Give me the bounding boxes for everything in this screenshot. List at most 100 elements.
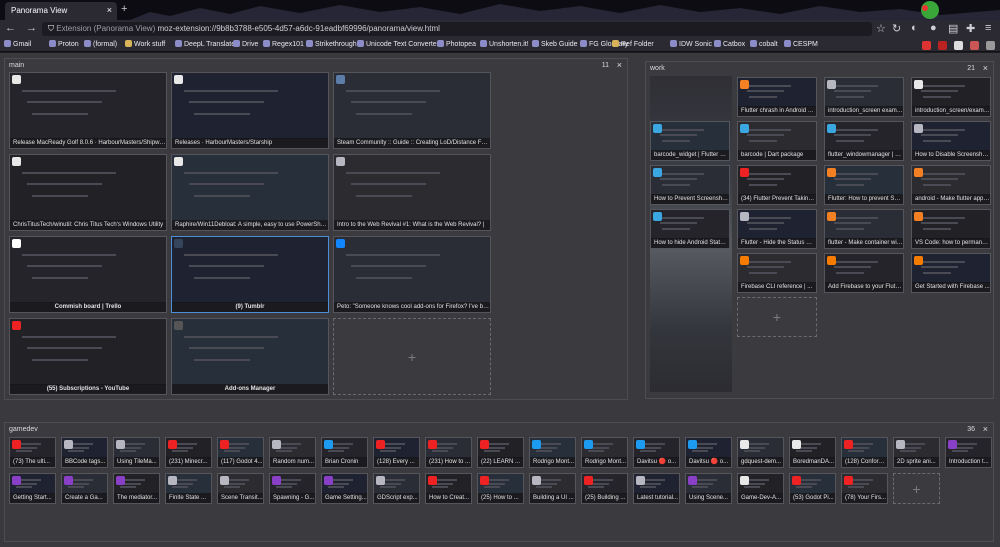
tab-card[interactable]: Peto: "Someone knows cool add-ons for Fi… bbox=[333, 236, 491, 313]
tab-card[interactable]: Using Scene... bbox=[685, 473, 732, 504]
tab-card[interactable]: 2D sprite ani... bbox=[893, 437, 940, 468]
menu-icon[interactable]: ≡ bbox=[985, 22, 991, 34]
tab-card[interactable]: Game Setting... bbox=[321, 473, 368, 504]
tab-card[interactable]: Flutter - Hide the Status Ba... bbox=[737, 209, 817, 249]
tab-card[interactable]: BBCode tags... bbox=[61, 437, 108, 468]
bookmark-strikethrough[interactable]: Strikethrough bbox=[306, 40, 357, 48]
new-tab-in-group-button[interactable]: + bbox=[893, 473, 940, 504]
star-icon[interactable]: ☆ bbox=[876, 22, 886, 35]
group-name[interactable]: work bbox=[650, 65, 665, 72]
tab-card[interactable]: Finite State ... bbox=[165, 473, 212, 504]
bookmark-photopea[interactable]: Photopea bbox=[437, 40, 476, 48]
bookmark-cespm[interactable]: CESPM bbox=[784, 40, 818, 48]
tab-card[interactable]: android - Make flutter appli... bbox=[911, 165, 991, 205]
forward-icon[interactable]: → bbox=[26, 22, 37, 34]
tab-card[interactable]: The mediator... bbox=[113, 473, 160, 504]
tab-card[interactable]: How to Disable Screenshot... bbox=[911, 121, 991, 161]
tab-card[interactable]: Brian Cronin bbox=[321, 437, 368, 468]
tab-card[interactable]: gdquest-dem... bbox=[737, 437, 784, 468]
bookmark-deepl[interactable]: DeepL Translate bbox=[175, 40, 235, 48]
shield-extension-icon[interactable]: ◐ bbox=[911, 22, 918, 34]
tab-card[interactable]: Scene Transit... bbox=[217, 473, 264, 504]
close-tab-icon[interactable]: × bbox=[107, 5, 112, 15]
tab-card[interactable]: Building a UI ... bbox=[529, 473, 576, 504]
tab-card[interactable]: Add-ons Manager bbox=[171, 318, 329, 395]
group-name[interactable]: gamedev bbox=[9, 426, 38, 433]
tab-card[interactable]: Flutter: How to prevent Scr... bbox=[824, 165, 904, 205]
tab-card[interactable]: BoredmanDA... bbox=[789, 437, 836, 468]
tab-card[interactable]: (9) Tumblr bbox=[171, 236, 329, 313]
tab-card[interactable]: ChrisTitusTech/winutil: Chris Titus Tech… bbox=[9, 154, 167, 231]
tab-card[interactable]: barcode_widget | Flutter pa... bbox=[650, 121, 730, 161]
url-bar[interactable]: ⛉ Extension (Panorama View) moz-extensio… bbox=[42, 22, 872, 36]
bookmark-skeb-guide[interactable]: Skeb Guide bbox=[532, 40, 578, 48]
toolbar-overflow-icon[interactable] bbox=[986, 41, 995, 50]
tab-card[interactable]: barcode | Dart package bbox=[737, 121, 817, 161]
tab-card[interactable]: (73) The ulti... bbox=[9, 437, 56, 468]
github-extension-icon[interactable]: ● bbox=[930, 22, 937, 34]
sidebar-icon[interactable]: ▤ bbox=[948, 22, 958, 35]
tab-card[interactable]: VS Code: how to permane... bbox=[911, 209, 991, 249]
bookmark-unicode-text-converter[interactable]: Unicode Text Converter bbox=[357, 40, 439, 48]
bookmark-unshorten[interactable]: Unshorten.it! bbox=[480, 40, 529, 48]
tab-card[interactable]: introduction_screen/examp... bbox=[911, 77, 991, 117]
tab-card[interactable]: flutter - Make container wid... bbox=[824, 209, 904, 249]
tab-card[interactable]: Latest tutorial... bbox=[633, 473, 680, 504]
tab-card[interactable]: GDScript exp... bbox=[373, 473, 420, 504]
tab-card[interactable]: Commish board | Trello bbox=[9, 236, 167, 313]
new-tab-in-group-button[interactable]: + bbox=[333, 318, 491, 395]
tab-card[interactable]: How to hide Android Status ... bbox=[650, 209, 730, 249]
tab-card[interactable]: How to Creat... bbox=[425, 473, 472, 504]
tab-card[interactable]: (78) Your Firs... bbox=[841, 473, 888, 504]
tab-card[interactable]: Getting Start... bbox=[9, 473, 56, 504]
tab-card[interactable]: (231) Minecr... bbox=[165, 437, 212, 468]
tab-card[interactable]: Random num... bbox=[269, 437, 316, 468]
bookmark-formal[interactable]: (formal) bbox=[84, 40, 117, 48]
tab-card[interactable]: How to Prevent Screenshot... bbox=[650, 165, 730, 205]
toolbar-youtube-icon[interactable] bbox=[938, 41, 947, 50]
tab-card[interactable]: (117) Godot 4... bbox=[217, 437, 264, 468]
bookmark-catbox[interactable]: Catbox bbox=[714, 40, 745, 48]
tab-card[interactable]: Releases · HarbourMasters/Starship bbox=[171, 72, 329, 149]
group-close-icon[interactable]: × bbox=[617, 60, 622, 70]
tab-card[interactable]: Rodrigo Mont... bbox=[581, 437, 628, 468]
tab-card[interactable]: introduction_screen examp... bbox=[824, 77, 904, 117]
tab-card[interactable]: Davitsu 🔴 o... bbox=[685, 437, 732, 468]
tab-card[interactable]: Rodrigo Mont... bbox=[529, 437, 576, 468]
tab-card[interactable]: (53) Godot Pi... bbox=[789, 473, 836, 504]
tab-card[interactable]: Get Started with Firebase ... bbox=[911, 253, 991, 293]
tab-card[interactable]: (231) How to ... bbox=[425, 437, 472, 468]
tab-card[interactable]: (25) How to ... bbox=[477, 473, 524, 504]
toolbar-x-icon[interactable] bbox=[922, 41, 931, 50]
tab-card[interactable]: Raphire/Win11Debloat: A simple, easy to … bbox=[171, 154, 329, 231]
group-name[interactable]: main bbox=[9, 62, 24, 69]
bookmark-folder-ref[interactable]: Ref Folder bbox=[612, 40, 654, 48]
toolbar-github-icon[interactable] bbox=[954, 41, 963, 50]
tab-card[interactable]: Firebase CLI reference | ... bbox=[737, 253, 817, 293]
active-browser-tab[interactable]: Panorama View × bbox=[5, 2, 117, 20]
tab-card[interactable]: Add Firebase to your Flutter... bbox=[824, 253, 904, 293]
bookmark-gmail[interactable]: Gmail bbox=[4, 40, 31, 48]
tab-card[interactable]: (25) Building ... bbox=[581, 473, 628, 504]
tab-card[interactable]: (128) Every ... bbox=[373, 437, 420, 468]
tab-card[interactable]: Game-Dev-A... bbox=[737, 473, 784, 504]
group-close-icon[interactable]: × bbox=[983, 424, 988, 434]
reload-icon[interactable]: ↻ bbox=[892, 22, 901, 35]
tab-card[interactable]: (34) Flutter Prevent Taking ... bbox=[737, 165, 817, 205]
tab-card[interactable]: (55) Subscriptions - YouTube bbox=[9, 318, 167, 395]
tab-card[interactable]: Intro to the Web Revival #1: What is the… bbox=[333, 154, 491, 231]
tab-card[interactable]: Create a Ga... bbox=[61, 473, 108, 504]
bookmark-cobalt[interactable]: cobalt bbox=[750, 40, 778, 48]
tab-card[interactable]: Introduction t... bbox=[945, 437, 992, 468]
tab-card[interactable]: Steam Community :: Guide :: Creating LoD… bbox=[333, 72, 491, 149]
tab-card[interactable]: (128) Conform... bbox=[841, 437, 888, 468]
tab-card[interactable]: Flutter chrash in Android 1... bbox=[737, 77, 817, 117]
tab-card[interactable]: (22) LEARN ... bbox=[477, 437, 524, 468]
tab-card[interactable]: Spawning - G... bbox=[269, 473, 316, 504]
tab-card[interactable]: flutter_windowmanager | Fl... bbox=[824, 121, 904, 161]
tab-card[interactable]: Davitsu 🔴 o... bbox=[633, 437, 680, 468]
toolbar-extension-icon[interactable] bbox=[970, 41, 979, 50]
tab-group-main[interactable]: main 11 × Release MacReady Golf 8.0.6 · … bbox=[4, 58, 628, 400]
tab-group-gamedev[interactable]: gamedev 36 × (73) The ulti... BBCode tags… bbox=[4, 422, 994, 542]
bookmark-drive[interactable]: Drive bbox=[233, 40, 258, 48]
